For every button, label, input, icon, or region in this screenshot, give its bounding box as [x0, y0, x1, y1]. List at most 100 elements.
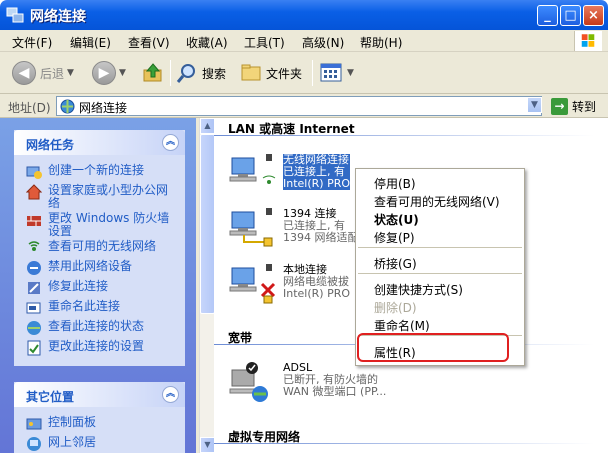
- search-label: 搜索: [202, 66, 227, 81]
- wireless-connection-icon: [229, 154, 276, 184]
- title-bar: 网络连接 _ □ ×: [0, 0, 608, 30]
- task-view-status[interactable]: 查看此连接的状态: [26, 320, 176, 336]
- search-icon: [176, 64, 195, 83]
- menu-edit[interactable]: 编辑(E): [70, 34, 111, 51]
- collapse-chevron-icon[interactable]: ︽: [162, 386, 179, 403]
- ctx-view-wireless[interactable]: 查看可用的无线网络(V): [374, 193, 500, 210]
- ctx-status[interactable]: 状态(U): [374, 211, 419, 228]
- control-panel-icon: [26, 418, 42, 430]
- views-dropdown-icon[interactable]: ▼: [347, 68, 354, 78]
- ctx-bridge[interactable]: 桥接(G): [374, 255, 417, 272]
- up-folder-icon: [143, 63, 162, 82]
- task-label: 重命名此连接: [48, 299, 121, 313]
- scroll-down-icon[interactable]: ▼: [200, 437, 215, 453]
- task-label: 修复此连接: [48, 279, 109, 293]
- firewall-icon: [27, 216, 41, 226]
- task-rename[interactable]: 重命名此连接: [26, 300, 176, 316]
- network-tasks-panel: 网络任务 ︽ 创建一个新的连接 设置家庭或小型办公网络 更改 Windows 防…: [14, 130, 185, 366]
- lan-connection-icon: [229, 208, 273, 247]
- up-folder-button[interactable]: [142, 59, 164, 87]
- back-label: 后退: [40, 66, 65, 81]
- search-button[interactable]: 搜索: [176, 59, 226, 87]
- task-repair[interactable]: 修复此连接: [26, 280, 176, 296]
- task-home-network[interactable]: 设置家庭或小型办公网络: [26, 184, 176, 210]
- back-arrow-icon: ◀: [12, 61, 36, 85]
- address-input[interactable]: 网络连接: [56, 96, 542, 116]
- task-create-connection[interactable]: 创建一个新的连接: [26, 164, 176, 180]
- other-places-title: 其它位置: [26, 390, 75, 404]
- menu-file[interactable]: 文件(F): [12, 34, 52, 51]
- place-network-places[interactable]: 网上邻居: [26, 436, 176, 452]
- ctx-rename[interactable]: 重命名(M): [374, 317, 430, 334]
- place-control-panel[interactable]: 控制面板: [26, 416, 176, 432]
- network-connections-icon: [60, 99, 75, 114]
- forward-dropdown-icon[interactable]: ▼: [119, 68, 126, 78]
- network-connections-icon: [6, 7, 24, 23]
- task-label: 禁用此网络设备: [48, 259, 133, 273]
- toolbar-separator: [312, 60, 313, 86]
- status-icon: [27, 321, 41, 335]
- connection-device: WAN 微型端口 (PP...: [283, 385, 387, 398]
- views-button[interactable]: ▼: [320, 59, 354, 87]
- scroll-up-icon[interactable]: ▲: [200, 118, 215, 134]
- rename-icon: [26, 302, 41, 314]
- toolbar-separator: [170, 60, 171, 86]
- task-view-wireless[interactable]: 查看可用的无线网络: [26, 240, 176, 256]
- network-tasks-header[interactable]: 网络任务 ︽: [14, 130, 185, 155]
- forward-arrow-icon: ▶: [92, 61, 116, 85]
- ctx-repair[interactable]: 修复(P): [374, 229, 415, 246]
- go-button[interactable]: → 转到: [551, 97, 596, 116]
- toolbar: ◀ 后退 ▼ ▶ ▼ 搜索 文件夹 ▼: [0, 52, 608, 94]
- menu-tools[interactable]: 工具(T): [244, 34, 285, 51]
- window-title: 网络连接: [30, 9, 86, 25]
- wireless-icon: [28, 241, 40, 251]
- minimize-button[interactable]: _: [537, 5, 558, 26]
- address-bar: 地址(D) 网络连接 ▼ → 转到: [0, 94, 608, 118]
- task-firewall[interactable]: 更改 Windows 防火墙设置: [26, 212, 176, 238]
- back-button[interactable]: ◀ 后退 ▼: [12, 59, 74, 87]
- task-label: 创建一个新的连接: [48, 163, 145, 177]
- home-network-icon: [26, 184, 42, 200]
- folders-button[interactable]: 文件夹: [240, 59, 302, 87]
- go-label: 转到: [572, 100, 597, 114]
- task-label: 设置家庭或小型办公网络: [48, 183, 169, 210]
- ctx-separator: [358, 247, 522, 248]
- maximize-button[interactable]: □: [560, 5, 581, 26]
- address-label: 地址(D): [8, 101, 51, 115]
- menu-bar: 文件(F) 编辑(E) 查看(V) 收藏(A) 工具(T) 高级(N) 帮助(H…: [0, 30, 608, 52]
- task-label: 查看可用的无线网络: [48, 239, 157, 253]
- windows-logo-icon: [574, 31, 602, 51]
- ctx-create-shortcut[interactable]: 创建快捷方式(S): [374, 281, 463, 298]
- other-places-header[interactable]: 其它位置 ︽: [14, 382, 185, 407]
- menu-help[interactable]: 帮助(H): [360, 34, 402, 51]
- connection-text: 无线网络连接 已连接上, 有 Intel(R) PRO: [283, 154, 351, 190]
- scroll-thumb[interactable]: [200, 134, 215, 314]
- repair-icon: [28, 282, 40, 294]
- menu-advanced[interactable]: 高级(N): [302, 34, 344, 51]
- address-dropdown-icon[interactable]: ▼: [527, 97, 542, 113]
- place-label: 网上邻居: [48, 435, 97, 449]
- back-dropdown-icon[interactable]: ▼: [67, 68, 74, 78]
- settings-icon: [27, 340, 41, 356]
- properties-highlight-ring: [357, 333, 509, 362]
- ctx-delete: 删除(D): [374, 301, 417, 315]
- forward-button[interactable]: ▶ ▼: [92, 59, 126, 87]
- disable-icon: [27, 261, 41, 275]
- lan-disconnected-icon: [229, 264, 276, 304]
- ctx-separator: [358, 273, 522, 274]
- network-tasks-title: 网络任务: [26, 138, 75, 152]
- other-places-panel: 其它位置 ︽ 控制面板 网上邻居: [14, 382, 185, 453]
- place-label: 控制面板: [48, 415, 97, 429]
- close-button[interactable]: ×: [583, 5, 604, 26]
- menu-favorites[interactable]: 收藏(A): [186, 34, 228, 51]
- menu-view[interactable]: 查看(V): [128, 34, 170, 51]
- task-disable-device[interactable]: 禁用此网络设备: [26, 260, 176, 276]
- connection-device: 1394 网络适配: [283, 231, 359, 244]
- collapse-chevron-icon[interactable]: ︽: [162, 134, 179, 151]
- task-change-settings[interactable]: 更改此连接的设置: [26, 340, 176, 356]
- go-arrow-icon: →: [551, 98, 568, 115]
- ctx-disable[interactable]: 停用(B): [374, 175, 416, 192]
- network-places-icon: [27, 437, 41, 451]
- address-value: 网络连接: [79, 101, 128, 115]
- vertical-scrollbar[interactable]: ▲ ▼: [199, 118, 215, 453]
